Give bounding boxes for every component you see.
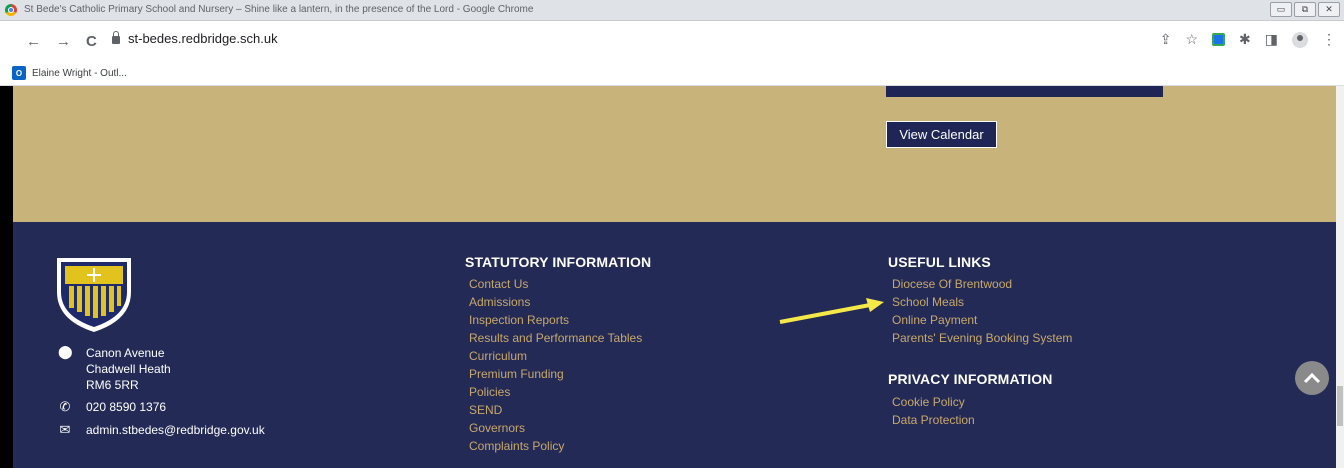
bookmark-item[interactable]: O Elaine Wright - Outl... bbox=[12, 66, 127, 80]
footer-link-data-protection[interactable]: Data Protection bbox=[892, 413, 975, 427]
email-address[interactable]: admin.stbedes@redbridge.gov.uk bbox=[86, 423, 265, 437]
statutory-heading: STATUTORY INFORMATION bbox=[465, 254, 652, 270]
footer-link-cookie-policy[interactable]: Cookie Policy bbox=[892, 395, 965, 409]
footer-link-governors[interactable]: Governors bbox=[469, 421, 525, 435]
puzzle-icon[interactable]: ✱ bbox=[1239, 31, 1251, 48]
event-card-bottom bbox=[886, 86, 1163, 97]
page-scrollbar[interactable] bbox=[1336, 86, 1344, 468]
page-viewport: View Calendar ⬤ Canon Avenue Chadwell He… bbox=[13, 86, 1336, 468]
address-bar[interactable]: st-bedes.redbridge.sch.uk bbox=[112, 31, 278, 46]
address-block: ⬤ Canon Avenue Chadwell Heath RM6 5RR bbox=[58, 345, 171, 393]
footer-link-contact-us[interactable]: Contact Us bbox=[469, 277, 528, 291]
location-pin-icon: ⬤ bbox=[58, 344, 73, 359]
mail-icon: ✉ bbox=[59, 422, 71, 437]
address-line-3: RM6 5RR bbox=[86, 378, 139, 392]
url-text[interactable]: st-bedes.redbridge.sch.uk bbox=[128, 31, 278, 46]
menu-icon[interactable]: ⋮ bbox=[1322, 31, 1336, 48]
window-controls: ▭ ⧉ ✕ bbox=[1270, 2, 1340, 17]
forward-icon[interactable]: → bbox=[56, 34, 71, 49]
footer-link-premium-funding[interactable]: Premium Funding bbox=[469, 367, 564, 381]
footer-link-admissions[interactable]: Admissions bbox=[469, 295, 530, 309]
bookmarks-bar: O Elaine Wright - Outl... bbox=[0, 63, 1344, 86]
reload-icon[interactable]: C bbox=[86, 34, 97, 49]
events-section: View Calendar bbox=[13, 86, 1336, 222]
view-calendar-button[interactable]: View Calendar bbox=[886, 121, 997, 148]
outlook-icon: O bbox=[12, 66, 26, 80]
star-icon[interactable]: ☆ bbox=[1185, 31, 1198, 48]
phone-number[interactable]: 020 8590 1376 bbox=[86, 400, 166, 414]
browser-toolbar: ← → C st-bedes.redbridge.sch.uk ⇪ ☆ ✱ ◨ … bbox=[0, 21, 1344, 63]
share-icon[interactable]: ⇪ bbox=[1160, 31, 1172, 48]
privacy-heading: PRIVACY INFORMATION bbox=[888, 371, 1053, 387]
toolbar-actions: ⇪ ☆ ✱ ◨ ⋮ bbox=[1160, 31, 1336, 48]
site-footer: ⬤ Canon Avenue Chadwell Heath RM6 5RR ✆ … bbox=[13, 222, 1336, 468]
footer-link-complaints-policy[interactable]: Complaints Policy bbox=[469, 439, 564, 453]
chevron-up-icon bbox=[1303, 372, 1321, 384]
window-title: St Bede's Catholic Primary School and Nu… bbox=[24, 4, 534, 15]
school-crest-logo bbox=[57, 258, 131, 332]
footer-link-results[interactable]: Results and Performance Tables bbox=[469, 331, 642, 345]
footer-link-diocese[interactable]: Diocese Of Brentwood bbox=[892, 277, 1012, 291]
scroll-to-top-button[interactable] bbox=[1295, 361, 1329, 395]
chrome-icon bbox=[5, 4, 17, 16]
email-block: ✉ admin.stbedes@redbridge.gov.uk bbox=[58, 423, 265, 437]
lock-icon bbox=[112, 31, 120, 44]
sidepanel-icon[interactable]: ◨ bbox=[1265, 31, 1278, 48]
footer-link-online-payment[interactable]: Online Payment bbox=[892, 313, 977, 327]
extension-icon[interactable] bbox=[1212, 33, 1226, 46]
back-icon[interactable]: ← bbox=[26, 34, 41, 49]
close-button[interactable]: ✕ bbox=[1318, 2, 1340, 17]
phone-icon: ✆ bbox=[59, 399, 71, 414]
bookmark-label: Elaine Wright - Outl... bbox=[32, 67, 127, 79]
restore-button[interactable]: ⧉ bbox=[1294, 2, 1316, 17]
address-line-1: Canon Avenue bbox=[86, 346, 165, 360]
useful-links-heading: USEFUL LINKS bbox=[888, 254, 991, 270]
footer-link-policies[interactable]: Policies bbox=[469, 385, 510, 399]
footer-link-school-meals[interactable]: School Meals bbox=[892, 295, 964, 309]
footer-link-parents-evening[interactable]: Parents' Evening Booking System bbox=[892, 331, 1072, 345]
footer-link-inspection-reports[interactable]: Inspection Reports bbox=[469, 313, 569, 327]
phone-block: ✆ 020 8590 1376 bbox=[58, 399, 167, 414]
footer-link-send[interactable]: SEND bbox=[469, 403, 502, 417]
footer-link-curriculum[interactable]: Curriculum bbox=[469, 349, 527, 363]
window-titlebar: St Bede's Catholic Primary School and Nu… bbox=[0, 0, 1344, 21]
address-line-2: Chadwell Heath bbox=[86, 362, 171, 376]
minimize-button[interactable]: ▭ bbox=[1270, 2, 1292, 17]
scrollbar-thumb[interactable] bbox=[1337, 386, 1343, 426]
profile-avatar[interactable] bbox=[1292, 31, 1308, 48]
